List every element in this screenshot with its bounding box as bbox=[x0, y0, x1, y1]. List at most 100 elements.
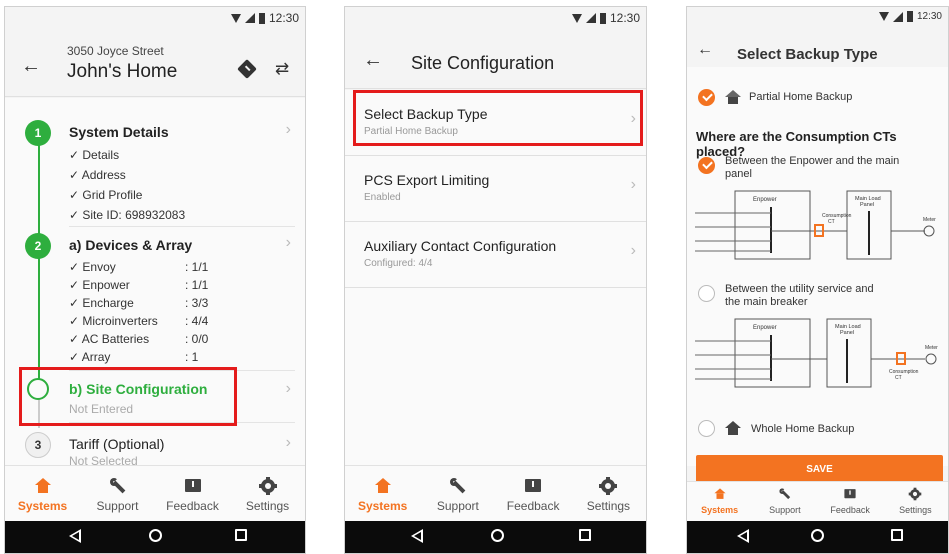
diagram-label-enpower: Enpower bbox=[753, 197, 777, 203]
radio-partial-home-backup[interactable] bbox=[698, 89, 715, 106]
device-name: ✓ Array bbox=[69, 350, 111, 364]
app-header: ← Select Backup Type bbox=[687, 29, 948, 67]
tab-settings[interactable]: Settings bbox=[883, 482, 948, 521]
device-count: : 1/1 bbox=[185, 278, 209, 292]
step-title-system-details[interactable]: System Details bbox=[69, 124, 169, 140]
device-name: ✓ AC Batteries bbox=[69, 332, 150, 346]
nav-recent-icon[interactable] bbox=[891, 529, 903, 541]
diagram-label-meter: Meter bbox=[925, 345, 938, 351]
status-time: 12:30 bbox=[609, 11, 640, 25]
home-icon bbox=[34, 478, 52, 494]
feedback-icon bbox=[184, 478, 202, 494]
status-bar: 12:30 bbox=[345, 7, 646, 29]
wiring-diagram-option-2: Enpower Main Load Panel Consumption CT M… bbox=[695, 318, 938, 388]
wiring-diagram-option-1: Enpower Consumption CT Main Load Panel M… bbox=[695, 190, 936, 260]
chevron-right-icon[interactable]: › bbox=[286, 434, 291, 452]
nav-recent-icon[interactable] bbox=[579, 529, 591, 541]
swap-icon[interactable]: ⇄ bbox=[275, 59, 289, 79]
highlight-box bbox=[19, 367, 237, 426]
tab-systems[interactable]: Systems bbox=[345, 466, 420, 521]
feedback-icon bbox=[524, 478, 542, 494]
config-row-value: Configured: 4/4 bbox=[364, 258, 433, 269]
step-title-tariff[interactable]: Tariff (Optional) bbox=[69, 436, 164, 452]
tab-feedback[interactable]: Feedback bbox=[818, 482, 883, 521]
battery-icon bbox=[258, 12, 265, 24]
page-title: Site Configuration bbox=[411, 53, 555, 73]
nav-recent-icon[interactable] bbox=[235, 529, 247, 541]
back-arrow-icon[interactable]: ← bbox=[363, 49, 383, 72]
chevron-right-icon[interactable]: › bbox=[286, 121, 291, 139]
diagram-label-main-load-panel: Panel bbox=[840, 330, 854, 336]
signal-icon bbox=[892, 11, 903, 22]
status-time: 12:30 bbox=[916, 11, 942, 22]
chevron-right-icon[interactable]: › bbox=[286, 380, 291, 398]
diagram-label-consumption-ct: CT bbox=[828, 219, 835, 225]
nav-home-icon[interactable] bbox=[491, 529, 504, 542]
tab-systems[interactable]: Systems bbox=[687, 482, 752, 521]
highlight-box bbox=[353, 90, 643, 146]
gear-icon bbox=[909, 487, 922, 501]
tab-support[interactable]: Support bbox=[80, 466, 155, 521]
directions-icon[interactable] bbox=[237, 59, 257, 79]
back-arrow-icon[interactable]: ← bbox=[21, 55, 41, 78]
tab-feedback[interactable]: Feedback bbox=[496, 466, 571, 521]
radio-ct-utility-main-breaker[interactable] bbox=[698, 285, 715, 302]
nav-home-icon[interactable] bbox=[149, 529, 162, 542]
tab-support[interactable]: Support bbox=[752, 482, 817, 521]
device-name: ✓ Microinverters bbox=[69, 314, 158, 328]
home-name: John's Home bbox=[67, 61, 178, 82]
site-address: 3050 Joyce Street bbox=[67, 44, 164, 58]
back-arrow-icon[interactable]: ← bbox=[697, 41, 713, 59]
tab-systems[interactable]: Systems bbox=[5, 466, 80, 521]
tab-settings[interactable]: Settings bbox=[230, 466, 305, 521]
bottom-tab-bar: Systems Support Feedback Settings bbox=[687, 481, 948, 521]
config-row-auxiliary-contact[interactable]: Auxiliary Contact Configuration Configur… bbox=[345, 222, 646, 288]
status-time: 12:30 bbox=[268, 11, 299, 25]
phone-screen-select-backup-type: 12:30 ← Select Backup Type Partial Home … bbox=[686, 6, 949, 554]
device-name: ✓ Envoy bbox=[69, 260, 116, 274]
wrench-icon bbox=[109, 478, 127, 494]
save-button[interactable]: SAVE bbox=[696, 455, 943, 484]
chevron-right-icon: › bbox=[630, 242, 636, 259]
phone-screen-site-configuration: 12:30 ← Site Configuration Select Backup… bbox=[344, 6, 647, 554]
chevron-right-icon[interactable]: › bbox=[286, 234, 291, 252]
config-row-title: PCS Export Limiting bbox=[364, 172, 490, 188]
android-nav-bar bbox=[5, 521, 305, 553]
tab-settings[interactable]: Settings bbox=[571, 466, 646, 521]
ct-option-1-line-2: panel bbox=[725, 168, 752, 180]
home-icon bbox=[713, 488, 726, 499]
device-count: : 4/4 bbox=[185, 314, 209, 328]
status-bar: 12:30 bbox=[5, 7, 305, 29]
android-nav-bar bbox=[687, 521, 948, 553]
bottom-tab-bar: Systems Support Feedback Settings bbox=[345, 465, 646, 521]
feedback-icon bbox=[844, 488, 857, 499]
tab-feedback[interactable]: Feedback bbox=[155, 466, 230, 521]
app-header: ← 3050 Joyce Street John's Home ⇄ bbox=[5, 29, 305, 97]
step-number-2: 2 bbox=[25, 233, 51, 259]
nav-back-icon[interactable] bbox=[69, 529, 81, 543]
whole-home-backup-label: Whole Home Backup bbox=[751, 423, 855, 435]
config-row-pcs-export[interactable]: PCS Export Limiting Enabled › bbox=[345, 156, 646, 222]
wrench-icon bbox=[779, 488, 792, 500]
backup-type-form: Partial Home Backup Where are the Consum… bbox=[687, 67, 948, 484]
config-row-title: Auxiliary Contact Configuration bbox=[364, 238, 557, 254]
nav-back-icon[interactable] bbox=[411, 529, 423, 543]
battery-icon bbox=[599, 12, 606, 24]
diagram-label-main-load-panel: Panel bbox=[860, 202, 874, 208]
radio-ct-enpower-main-panel[interactable] bbox=[698, 157, 715, 174]
bottom-tab-bar: Systems Support Feedback Settings bbox=[5, 465, 305, 521]
configuration-list: Select Backup Type Partial Home Backup ›… bbox=[345, 90, 646, 466]
system-detail-item: ✓ Site ID: 698932083 bbox=[69, 208, 186, 222]
radio-whole-home-backup[interactable] bbox=[698, 420, 715, 437]
diagram-label-consumption-ct: CT bbox=[895, 375, 902, 381]
wrench-icon bbox=[449, 478, 467, 494]
partial-home-icon bbox=[725, 90, 741, 104]
whole-home-icon bbox=[725, 421, 741, 435]
nav-back-icon[interactable] bbox=[737, 529, 749, 543]
signal-icon bbox=[585, 13, 596, 23]
nav-home-icon[interactable] bbox=[811, 529, 824, 542]
step-number-3: 3 bbox=[25, 432, 51, 458]
step-title-devices-array[interactable]: a) Devices & Array bbox=[69, 237, 192, 253]
chevron-right-icon: › bbox=[630, 176, 636, 193]
tab-support[interactable]: Support bbox=[420, 466, 495, 521]
